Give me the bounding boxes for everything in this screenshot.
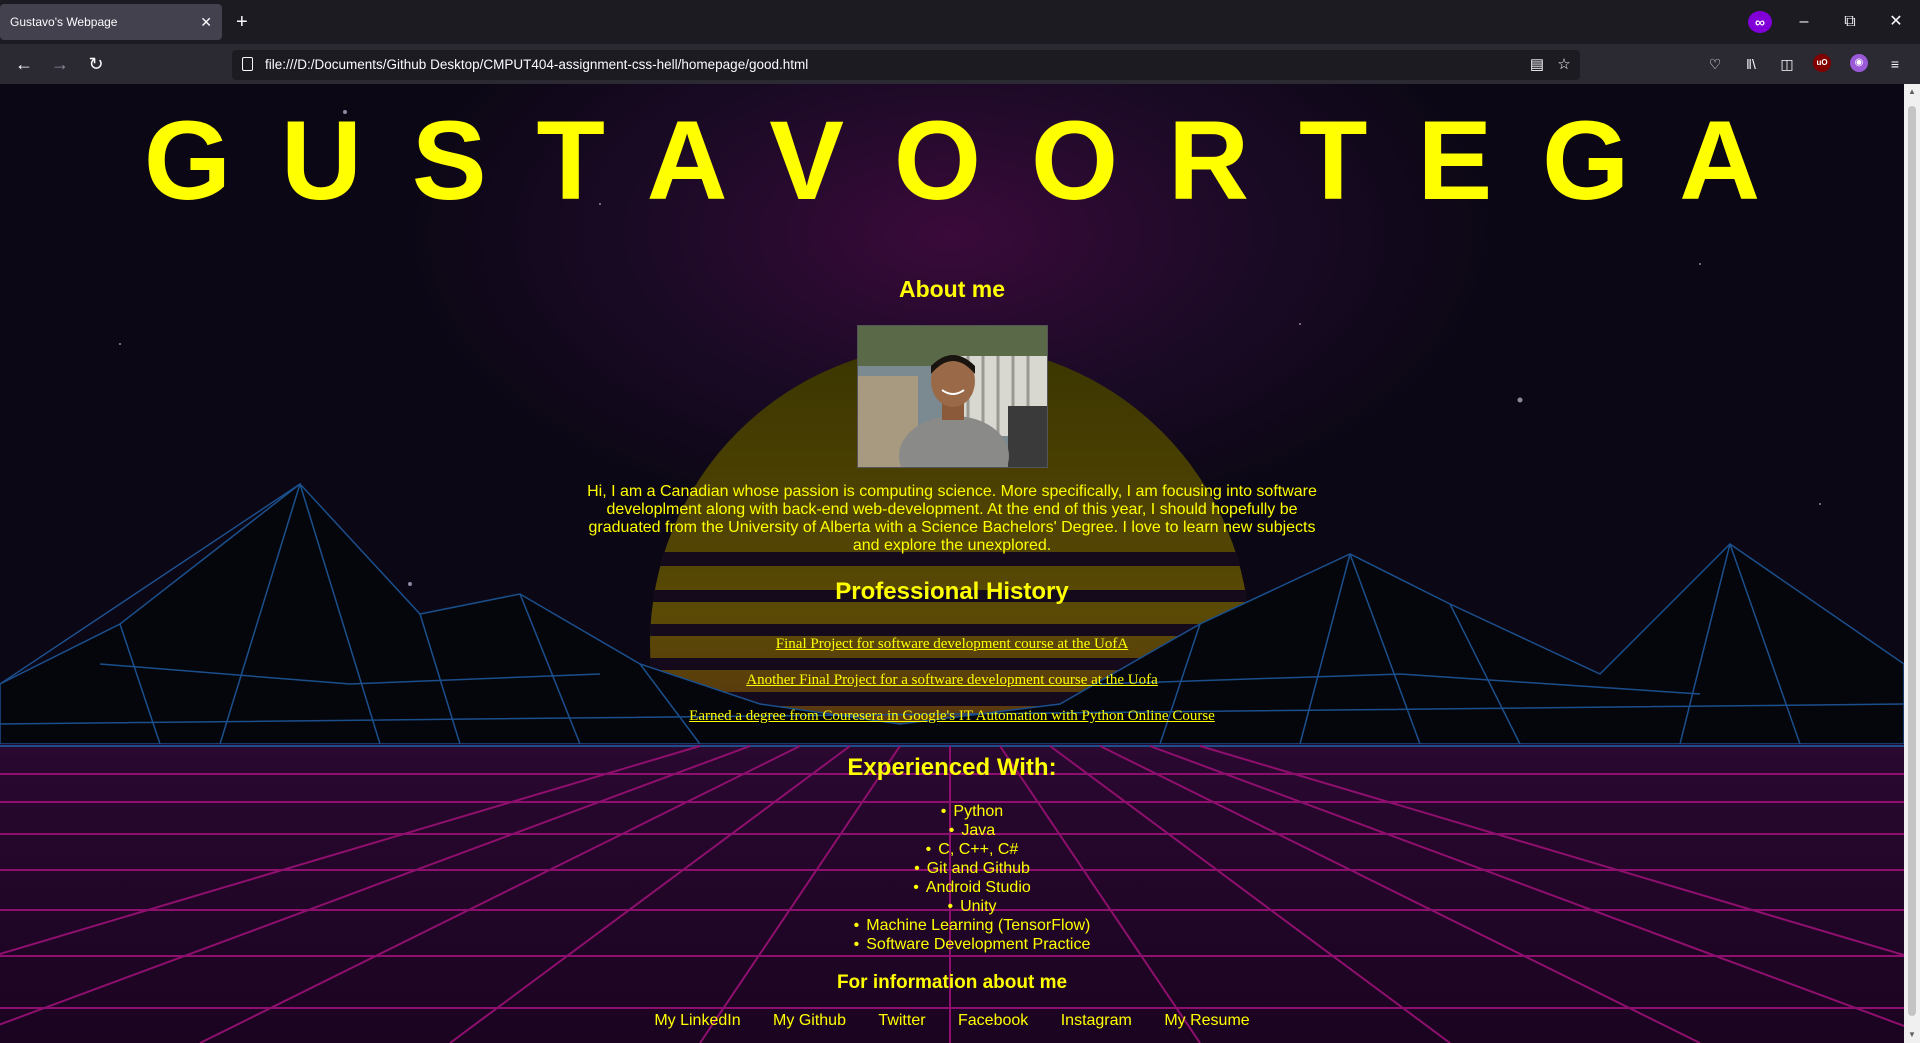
instagram-link[interactable]: Instagram [1061, 1012, 1132, 1029]
facebook-link[interactable]: Facebook [958, 1012, 1028, 1029]
skill-item: Java [0, 821, 1904, 840]
info-heading: For information about me [836, 972, 1068, 993]
page-content: GUSTAVOORTEGA About me Hi, I am a Canadi… [0, 84, 1904, 1043]
linkedin-link[interactable]: My LinkedIn [654, 1012, 740, 1029]
browser-tab[interactable]: Gustavo's Webpage ✕ [0, 4, 222, 40]
project-link[interactable]: Earned a degree from Couresera in Google… [0, 698, 1904, 734]
forward-arrow-icon[interactable]: → [48, 52, 72, 76]
new-tab-button[interactable]: + [236, 10, 248, 34]
page-icon [242, 57, 253, 71]
tab-bar: Gustavo's Webpage ✕ + ∞ – ⧉ ✕ [0, 0, 1920, 44]
github-link[interactable]: My Github [773, 1012, 846, 1029]
minimize-window-button[interactable]: – [1792, 10, 1816, 34]
about-heading: About me [898, 276, 1006, 302]
pocket-icon[interactable]: ♡ [1704, 53, 1726, 75]
project-link[interactable]: Another Final Project for a software dev… [0, 662, 1904, 698]
resume-link[interactable]: My Resume [1164, 1012, 1249, 1029]
back-arrow-icon[interactable]: ← [12, 52, 36, 76]
tab-title: Gustavo's Webpage [10, 15, 118, 29]
social-links: My LinkedIn My Github Twitter Facebook I… [0, 1012, 1904, 1030]
profile-photo [857, 325, 1048, 468]
professional-history-heading: Professional History [835, 578, 1069, 605]
skill-item: C, C++, C# [0, 840, 1904, 859]
skill-item: Git and Github [0, 859, 1904, 878]
experience-heading: Experienced With: [847, 754, 1057, 781]
scrollbar-thumb[interactable] [1908, 106, 1916, 1016]
bookmark-star-icon[interactable]: ☆ [1554, 55, 1574, 75]
url-text[interactable]: file:///D:/Documents/Github Desktop/CMPU… [265, 57, 808, 72]
skill-item: Software Development Practice [0, 935, 1904, 954]
skill-item: Python [0, 802, 1904, 821]
ublock-extension-icon[interactable]: uO [1813, 54, 1831, 72]
page-viewport: GUSTAVOORTEGA About me Hi, I am a Canadi… [0, 84, 1904, 1043]
private-browsing-icon: ∞ [1748, 11, 1772, 33]
restore-window-button[interactable]: ⧉ [1838, 10, 1862, 34]
address-bar[interactable]: file:///D:/Documents/Github Desktop/CMPU… [232, 50, 1580, 80]
close-tab-icon[interactable]: ✕ [200, 14, 212, 31]
library-icon[interactable]: ‖\ [1740, 53, 1762, 75]
scroll-down-arrow-icon[interactable]: ▼ [1904, 1027, 1920, 1043]
project-links: Final Project for software development c… [0, 626, 1904, 734]
skills-list: Python Java C, C++, C# Git and Github An… [0, 802, 1904, 954]
scroll-up-arrow-icon[interactable]: ▲ [1904, 84, 1920, 100]
page-title: GUSTAVOORTEGA [143, 98, 1811, 223]
vertical-scrollbar[interactable]: ▲ ▼ [1904, 84, 1920, 1043]
reload-icon[interactable]: ↻ [84, 52, 108, 76]
sidebar-icon[interactable]: ◫ [1776, 53, 1798, 75]
close-window-button[interactable]: ✕ [1884, 10, 1908, 34]
project-link[interactable]: Final Project for software development c… [0, 626, 1904, 662]
menu-icon[interactable]: ≡ [1884, 53, 1906, 75]
extension-icon[interactable]: ◉ [1850, 54, 1868, 72]
skill-item: Unity [0, 897, 1904, 916]
navigation-bar: ← → ↻ file:///D:/Documents/Github Deskto… [0, 44, 1920, 84]
reader-view-icon[interactable]: ▤ [1527, 55, 1547, 75]
skill-item: Android Studio [0, 878, 1904, 897]
skill-item: Machine Learning (TensorFlow) [0, 916, 1904, 935]
about-paragraph: Hi, I am a Canadian whose passion is com… [587, 483, 1317, 554]
twitter-link[interactable]: Twitter [878, 1012, 925, 1029]
